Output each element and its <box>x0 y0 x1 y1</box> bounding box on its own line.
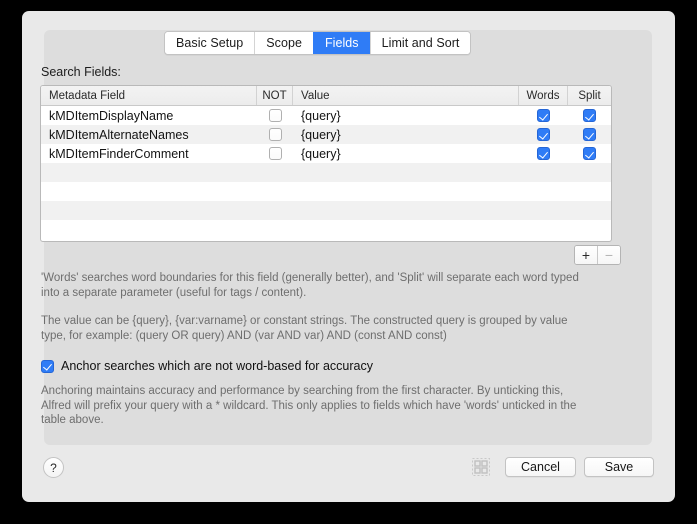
cell-value[interactable]: {query} <box>293 106 519 125</box>
column-header-value[interactable]: Value <box>293 86 519 105</box>
cell-metadata-field[interactable]: kMDItemDisplayName <box>41 106 257 125</box>
split-checkbox[interactable] <box>583 147 596 160</box>
cell-split[interactable] <box>568 144 611 163</box>
column-header-split[interactable]: Split <box>568 86 611 105</box>
split-checkbox[interactable] <box>583 109 596 122</box>
table-row[interactable]: kMDItemAlternateNames {query} <box>41 125 611 144</box>
cell-metadata-field[interactable]: kMDItemAlternateNames <box>41 125 257 144</box>
tab-limit-and-sort[interactable]: Limit and Sort <box>369 32 471 54</box>
table-row-empty[interactable] <box>41 163 611 182</box>
help-text-words-split: 'Words' searches word boundaries for thi… <box>41 272 579 299</box>
cell-words[interactable] <box>519 125 568 144</box>
table-header-row: Metadata Field NOT Value Words Split <box>41 86 611 106</box>
cell-split[interactable] <box>568 125 611 144</box>
cell-words[interactable] <box>519 106 568 125</box>
table-row-empty[interactable] <box>41 201 611 220</box>
help-text-anchoring: Anchoring maintains accuracy and perform… <box>41 385 577 426</box>
cell-split[interactable] <box>568 106 611 125</box>
tab-basic-setup[interactable]: Basic Setup <box>165 32 255 54</box>
grid-icon[interactable] <box>472 458 490 476</box>
table-row-empty[interactable] <box>41 220 611 239</box>
cancel-button[interactable]: Cancel <box>505 457 576 477</box>
help-button[interactable]: ? <box>43 457 64 478</box>
cell-value[interactable]: {query} <box>293 125 519 144</box>
anchor-checkbox[interactable] <box>41 359 54 373</box>
anchor-searches-option[interactable]: Anchor searches which are not word-based… <box>41 359 373 373</box>
column-header-words[interactable]: Words <box>519 86 568 105</box>
search-fields-label: Search Fields: <box>41 65 121 79</box>
column-header-metadata-field[interactable]: Metadata Field <box>41 86 257 105</box>
cell-words[interactable] <box>519 144 568 163</box>
search-fields-table: Metadata Field NOT Value Words Split kMD… <box>40 85 612 242</box>
table-row[interactable]: kMDItemDisplayName {query} <box>41 106 611 125</box>
words-checkbox[interactable] <box>537 128 550 141</box>
split-checkbox[interactable] <box>583 128 596 141</box>
tab-bar: Basic Setup Scope Fields Limit and Sort <box>164 31 472 55</box>
cell-not[interactable] <box>257 125 293 144</box>
cell-not[interactable] <box>257 106 293 125</box>
cell-value[interactable]: {query} <box>293 144 519 163</box>
tab-scope[interactable]: Scope <box>254 32 313 54</box>
cell-not[interactable] <box>257 144 293 163</box>
table-row[interactable]: kMDItemFinderComment {query} <box>41 144 611 163</box>
words-checkbox[interactable] <box>537 109 550 122</box>
preferences-window: Basic Setup Scope Fields Limit and Sort … <box>22 11 675 502</box>
column-header-not[interactable]: NOT <box>257 86 293 105</box>
tab-fields[interactable]: Fields <box>312 32 370 54</box>
add-row-button[interactable]: + <box>575 246 597 264</box>
remove-row-button[interactable]: − <box>597 246 620 264</box>
table-row-empty[interactable] <box>41 182 611 201</box>
anchor-checkbox-label: Anchor searches which are not word-based… <box>61 359 373 373</box>
save-button[interactable]: Save <box>584 457 654 477</box>
help-text-value-types: The value can be {query}, {var:varname} … <box>41 315 568 342</box>
add-remove-row-control: + − <box>574 245 621 265</box>
not-checkbox[interactable] <box>268 128 282 141</box>
not-checkbox[interactable] <box>268 147 282 160</box>
cell-metadata-field[interactable]: kMDItemFinderComment <box>41 144 257 163</box>
words-checkbox[interactable] <box>537 147 550 160</box>
not-checkbox[interactable] <box>268 109 282 122</box>
